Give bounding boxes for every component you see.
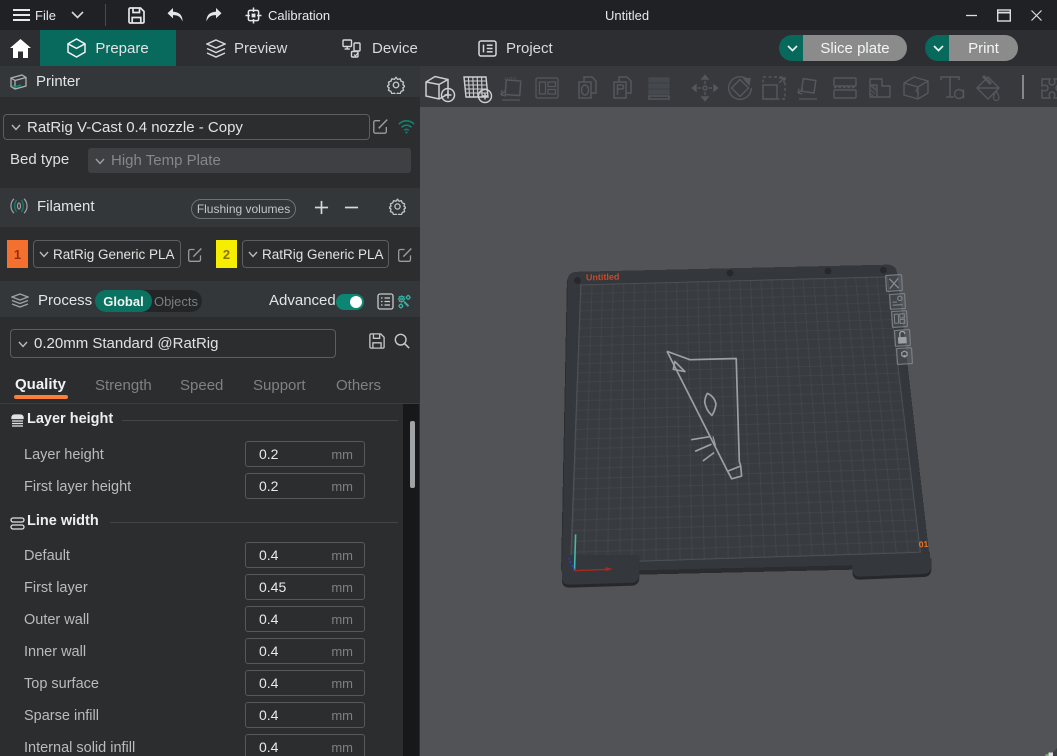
svg-text:01: 01: [918, 539, 928, 550]
svg-text:AUTO: AUTO: [504, 76, 517, 81]
svg-text:Untitled: Untitled: [586, 272, 620, 283]
